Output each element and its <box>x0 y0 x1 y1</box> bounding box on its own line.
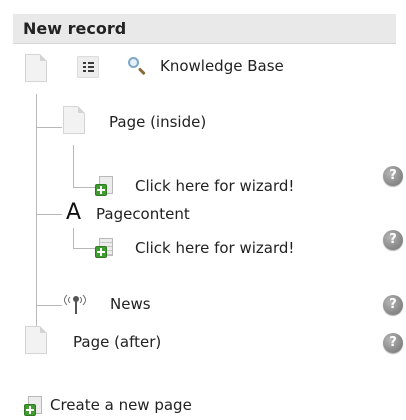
tree-line-pagecontent-child <box>73 228 74 248</box>
tree-line-pagecontent <box>36 214 62 215</box>
magnifier-icon <box>127 56 149 78</box>
tree-line-page-inside <box>36 127 62 128</box>
tree-line-page-inside-wizard <box>73 187 95 188</box>
root-label: Knowledge Base <box>160 57 284 75</box>
panel-header: New record <box>13 14 396 44</box>
text-content-icon: A <box>66 200 82 225</box>
antenna-icon[interactable] <box>64 292 88 314</box>
tree-line-news <box>36 305 62 306</box>
page-after-link[interactable]: Page (after) <box>73 332 161 352</box>
list-view-icon[interactable] <box>77 56 99 78</box>
page-inside-wizard-link[interactable]: Click here for wizard! <box>135 176 294 196</box>
wizard-content-icon[interactable] <box>95 238 117 260</box>
root-page-icon <box>25 54 47 82</box>
news-link[interactable]: News <box>110 294 151 314</box>
create-page-link[interactable]: Create a new page <box>50 395 192 415</box>
tree-line-page-inside-child <box>73 145 74 187</box>
help-icon[interactable]: ? <box>383 333 403 353</box>
help-icon[interactable]: ? <box>383 166 403 186</box>
pagecontent-link[interactable]: Pagecontent <box>96 204 190 224</box>
page-after-icon[interactable] <box>25 326 47 354</box>
create-page-icon[interactable] <box>24 396 46 418</box>
wizard-page-icon[interactable] <box>95 176 117 198</box>
page-inside-link[interactable]: Page (inside) <box>109 112 206 132</box>
panel-title: New record <box>23 19 127 38</box>
help-icon[interactable]: ? <box>383 230 403 250</box>
tree-line-root <box>36 94 37 326</box>
tree-line-pagecontent-wizard <box>73 248 95 249</box>
pagecontent-wizard-link[interactable]: Click here for wizard! <box>135 238 294 258</box>
page-inside-icon[interactable] <box>63 106 85 134</box>
help-icon[interactable]: ? <box>383 295 403 315</box>
